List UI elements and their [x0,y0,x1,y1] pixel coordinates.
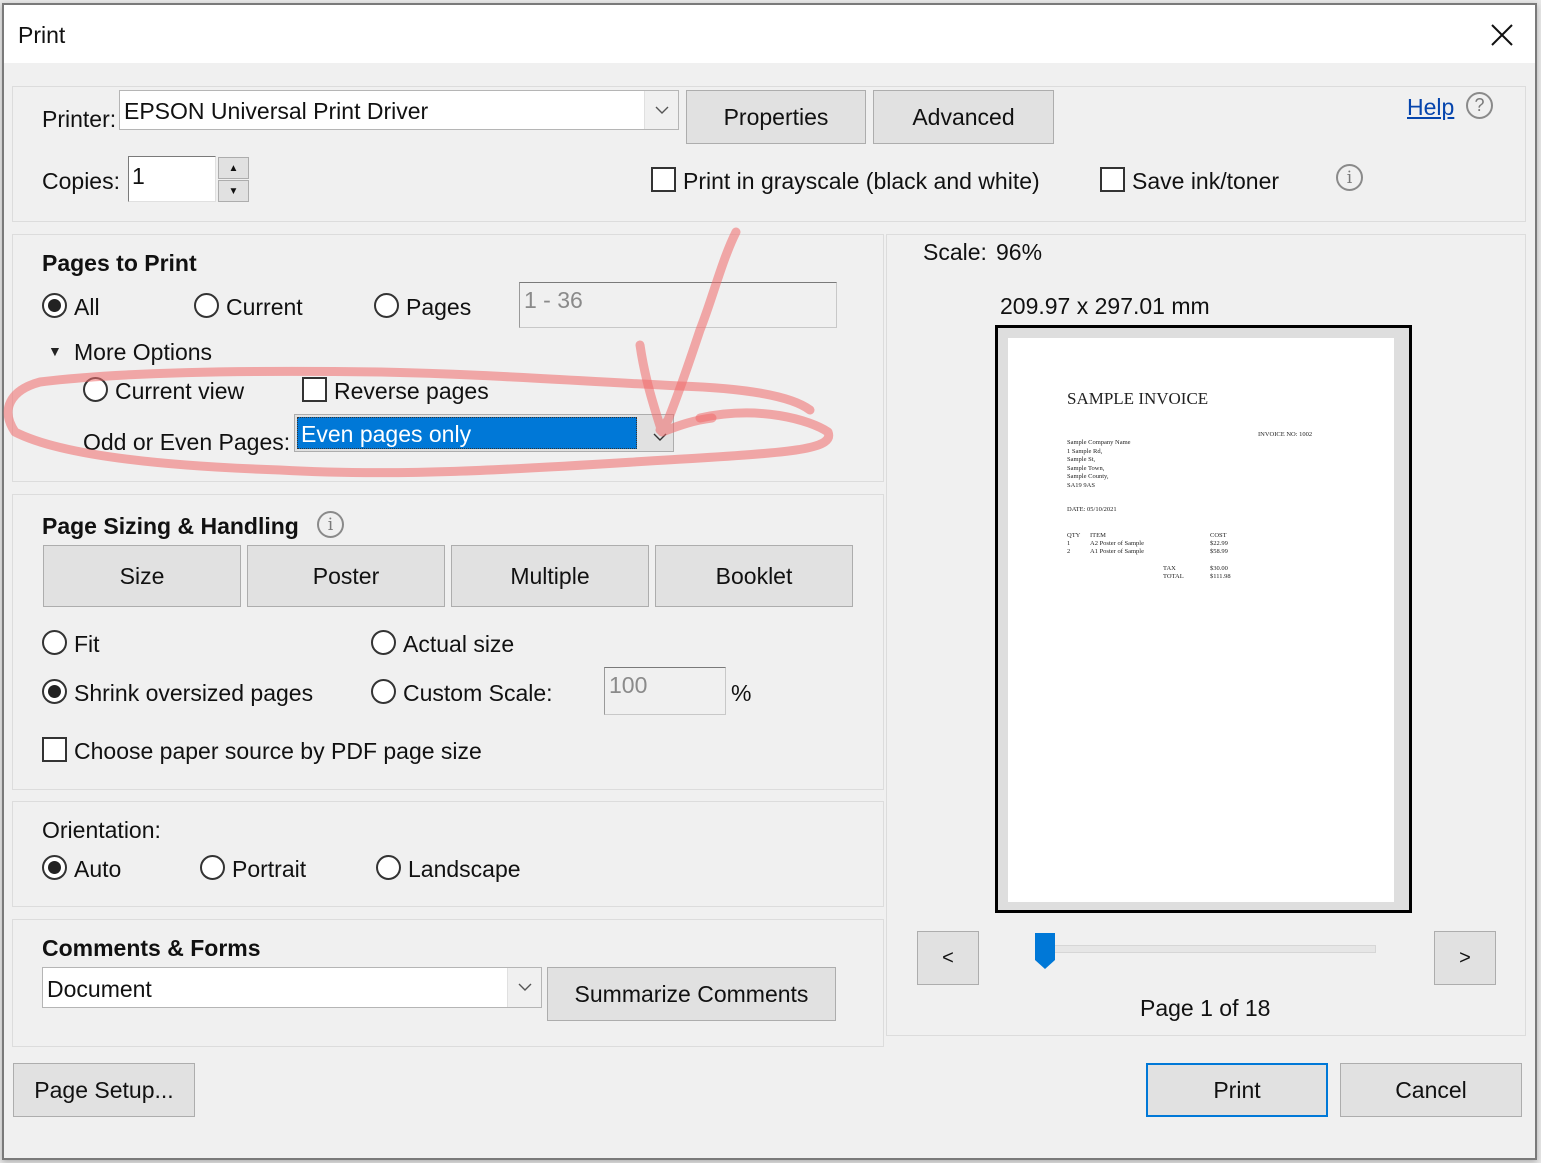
auto-label: Auto [74,856,122,882]
pages-label: Pages [406,294,472,320]
grayscale-checkbox[interactable] [651,167,676,192]
save-ink-label: Save ink/toner [1132,168,1280,194]
odd-even-label: Odd or Even Pages: [83,429,291,455]
comments-forms-select[interactable]: Document [42,967,542,1008]
landscape-label: Landscape [408,856,521,882]
shrink-oversized-label: Shrink oversized pages [74,680,314,706]
copies-input[interactable]: 1 [128,156,216,202]
tab-booklet[interactable]: Booklet [655,545,853,607]
copies-increment-button[interactable]: ▲ [218,157,249,179]
fit-label: Fit [74,631,100,657]
triangle-down-icon[interactable]: ▼ [48,343,62,359]
pages-to-print-heading: Pages to Print [42,250,197,276]
custom-scale-label: Custom Scale: [403,680,553,706]
orientation-heading: Orientation: [42,817,161,843]
invoice-title: SAMPLE INVOICE [1067,389,1209,408]
dialog-title: Print [18,22,66,48]
paper-source-label: Choose paper source by PDF page size [74,738,482,764]
fit-radio[interactable] [42,630,67,655]
auto-radio[interactable] [42,855,67,880]
tab-multiple[interactable]: Multiple [451,545,649,607]
address-line: Sample Town, [1067,464,1105,472]
scale-value: 96% [996,239,1043,265]
info-icon[interactable]: i [1336,164,1363,191]
comments-forms-selected-value: Document [47,976,152,1002]
row-item: A1 Poster of Sample [1090,548,1144,555]
tab-size[interactable]: Size [43,545,241,607]
all-label: All [74,294,100,320]
summarize-comments-button[interactable]: Summarize Comments [547,967,836,1021]
current-view-radio[interactable] [83,377,108,402]
page-slider-thumb[interactable] [1034,932,1056,970]
current-radio[interactable] [194,293,219,318]
odd-even-selected-value: Even pages only [297,417,637,449]
close-icon [1491,24,1513,46]
all-radio[interactable] [42,293,67,318]
landscape-radio[interactable] [376,855,401,880]
previous-page-button[interactable]: < [917,931,979,985]
grayscale-label: Print in grayscale (black and white) [683,168,1040,194]
total-label: TOTAL [1163,573,1184,580]
invoice-date: DATE: 05/10/2021 [1067,506,1117,513]
copies-decrement-button[interactable]: ▼ [218,180,249,202]
portrait-label: Portrait [232,856,307,882]
copies-value: 1 [132,163,145,189]
page-preview: SAMPLE INVOICE INVOICE NO: 1002 Sample C… [995,325,1412,913]
reverse-pages-label: Reverse pages [334,378,489,404]
printer-select[interactable]: EPSON Universal Print Driver [119,90,679,130]
row-cost: $58.99 [1210,548,1228,555]
printer-label: Printer: [42,106,117,132]
chevron-down-icon [507,968,541,1007]
page-slider-track[interactable] [1038,945,1376,953]
close-button[interactable] [1477,13,1527,57]
row-qty: 2 [1067,548,1071,555]
total-value: $111.98 [1210,573,1231,580]
next-page-button[interactable]: > [1434,931,1496,985]
percent-label: % [731,680,752,706]
address-line: Sample County, [1067,473,1109,480]
help-icon[interactable]: ? [1466,92,1493,119]
chevron-down-icon [644,91,678,129]
properties-button[interactable]: Properties [686,90,866,144]
pages-radio[interactable] [374,293,399,318]
shrink-oversized-radio[interactable] [42,679,67,704]
printer-selected-value: EPSON Universal Print Driver [124,98,429,124]
cancel-button[interactable]: Cancel [1340,1063,1522,1117]
address-line: Sample Company Name [1067,439,1131,446]
page-status: Page 1 of 18 [1140,995,1271,1021]
current-view-label: Current view [115,378,245,404]
portrait-radio[interactable] [200,855,225,880]
custom-scale-radio[interactable] [371,679,396,704]
paper-source-checkbox[interactable] [42,737,67,762]
help-link[interactable]: Help [1407,94,1454,121]
invoice-number: INVOICE NO: 1002 [1258,431,1313,438]
advanced-button[interactable]: Advanced [873,90,1054,144]
comments-forms-heading: Comments & Forms [42,935,261,961]
actual-size-label: Actual size [403,631,515,657]
address-line: Sample St, [1067,456,1096,463]
custom-scale-input[interactable]: 100 [604,667,726,715]
preview-page: SAMPLE INVOICE INVOICE NO: 1002 Sample C… [1008,338,1394,902]
title-bar: Print [4,5,1535,63]
page-setup-button[interactable]: Page Setup... [13,1063,195,1117]
odd-even-select[interactable]: Even pages only [294,414,674,452]
reverse-pages-checkbox[interactable] [302,377,327,402]
address-line: SA19 9AS [1067,481,1095,489]
print-button[interactable]: Print [1146,1063,1328,1117]
copies-label: Copies: [42,168,120,194]
page-dimensions: 209.97 x 297.01 mm [1000,293,1210,319]
pages-range-input[interactable]: 1 - 36 [519,282,837,328]
actual-size-radio[interactable] [371,630,396,655]
more-options-toggle[interactable]: More Options [74,339,212,366]
address-line: 1 Sample Rd, [1067,447,1103,455]
page-sizing-heading: Page Sizing & Handling [42,513,299,539]
info-icon[interactable]: i [317,511,344,538]
pages-range-value: 1 - 36 [524,287,583,313]
custom-scale-value: 100 [609,672,648,698]
tab-poster[interactable]: Poster [247,545,445,607]
chevron-down-icon [653,429,667,447]
scale-label: Scale: [923,239,987,265]
save-ink-checkbox[interactable] [1100,167,1125,192]
current-label: Current [226,294,303,320]
